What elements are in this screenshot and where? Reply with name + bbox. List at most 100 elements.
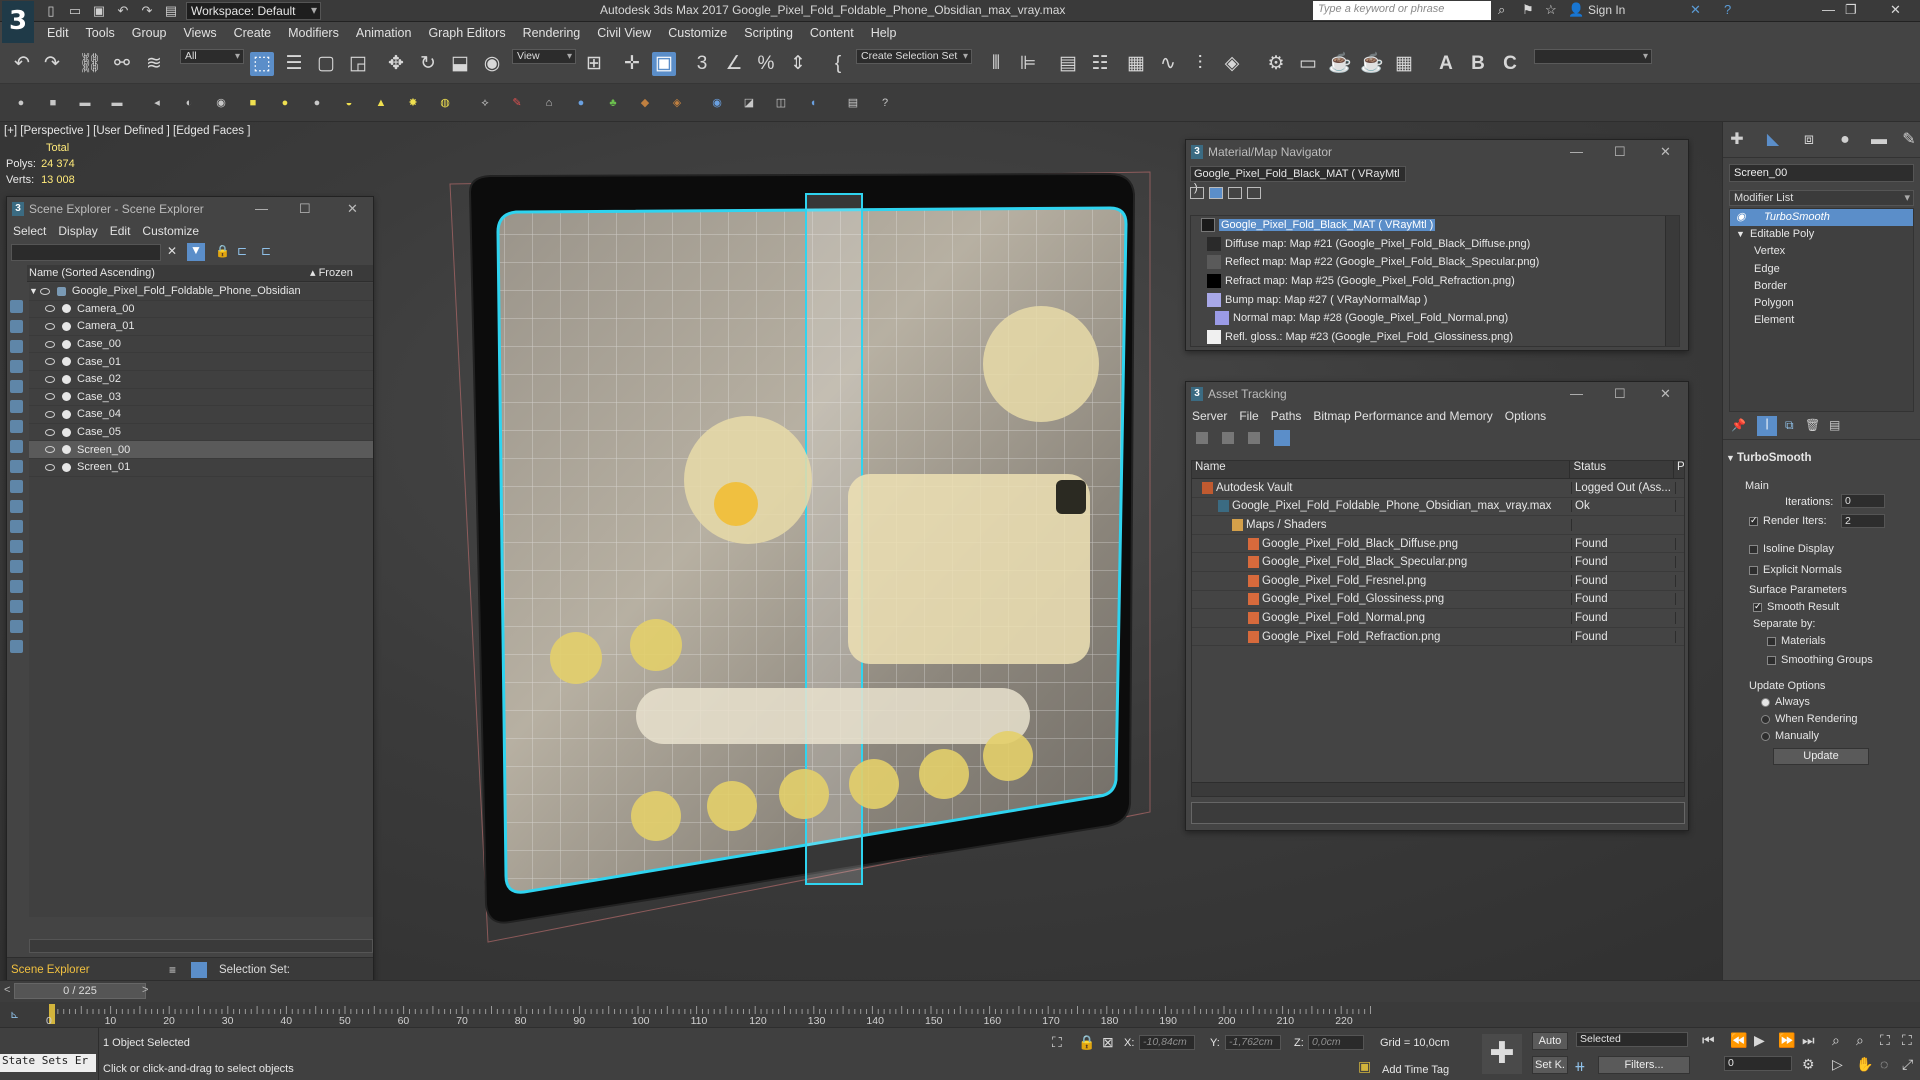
menu-civil-view[interactable]: Civil View (597, 26, 651, 40)
zoom-icon[interactable]: ⌕ (1832, 1032, 1840, 1049)
map-row[interactable]: Reflect map: Map #22 (Google_Pixel_Fold_… (1191, 253, 1679, 272)
time-slider[interactable]: < 0 / 225 > (0, 980, 1920, 1002)
scale-icon[interactable]: ⬓ (448, 52, 472, 76)
make-unique-icon[interactable]: ⧉ (1785, 418, 1794, 433)
objects-mode-icon[interactable] (191, 962, 207, 978)
at-menu-server[interactable]: Server (1192, 409, 1227, 423)
display-children-icon[interactable] (10, 600, 23, 613)
key-filters-button[interactable]: Filters... (1598, 1056, 1690, 1074)
display-geometry-icon[interactable] (10, 300, 23, 313)
project-folder-icon[interactable]: ▤ (162, 3, 180, 19)
sign-in-link[interactable]: Sign In (1588, 3, 1625, 17)
view-list-icons-icon[interactable] (1209, 187, 1223, 199)
schematic-view-icon[interactable]: ⫶ (1188, 52, 1212, 76)
visibility-eye-icon[interactable] (45, 446, 55, 454)
grass-icon[interactable]: ♣ (606, 96, 620, 110)
list-item[interactable]: Case_02 (29, 371, 373, 389)
camera-icon[interactable]: ◪ (742, 96, 756, 110)
list-item[interactable]: Camera_00 (29, 301, 373, 319)
place-icon[interactable]: ◉ (480, 52, 504, 76)
close-button[interactable]: ✕ (1890, 2, 1901, 18)
create-tab-icon[interactable]: ✚ (1727, 130, 1747, 150)
selection-filter-dropdown[interactable]: All (180, 49, 244, 64)
horizontal-scrollbar[interactable] (29, 939, 373, 953)
new-file-icon[interactable]: ▯ (42, 3, 60, 19)
minimize-icon[interactable]: — (1570, 386, 1583, 401)
ribbon-toggle-icon[interactable]: ▦ (1124, 52, 1148, 76)
open-file-icon[interactable]: ▭ (66, 3, 84, 19)
vertical-scrollbar[interactable] (1665, 216, 1679, 346)
next-key-icon[interactable]: ⏩ (1778, 1032, 1795, 1049)
explorer-name-label[interactable]: Scene Explorer (11, 964, 90, 976)
table-row[interactable]: Google_Pixel_Fold_Glossiness.png Found (1192, 591, 1684, 610)
vray-text-c-icon[interactable]: C (1498, 52, 1522, 76)
smoothing-groups-checkbox[interactable] (1767, 655, 1776, 665)
ies-light-icon[interactable]: ▲ (374, 96, 388, 110)
modifier-eye-icon[interactable]: ◉ (1736, 209, 1746, 226)
bind-space-warp-icon[interactable]: ≋ (142, 52, 166, 76)
visibility-eye-icon[interactable] (45, 463, 55, 471)
redo-icon[interactable]: ↷ (40, 52, 64, 76)
redo-icon[interactable]: ↷ (138, 3, 156, 19)
map-row[interactable]: Refract map: Map #25 (Google_Pixel_Fold_… (1191, 272, 1679, 291)
sphere-light-icon[interactable]: ● (310, 96, 324, 110)
sphere-icon[interactable]: ● (574, 96, 588, 110)
material-root-row[interactable]: Google_Pixel_Fold_Black_MAT ( VRayMtl ) (1191, 216, 1679, 235)
plane-icon[interactable]: ⌂ (542, 96, 556, 110)
menu-customize[interactable]: Customize (668, 26, 727, 40)
table-row[interactable]: Google_Pixel_Fold_Black_Diffuse.png Foun… (1192, 535, 1684, 554)
mirror-icon[interactable]: ⫴ (984, 52, 1008, 76)
configure-sets-icon[interactable]: ▤ (1829, 418, 1840, 432)
visibility-eye-icon[interactable] (45, 375, 55, 383)
sync-selection-icon[interactable]: ⊏ (261, 244, 271, 258)
list-item[interactable]: Case_03 (29, 389, 373, 407)
render-in-cloud-icon[interactable]: ▦ (1392, 52, 1416, 76)
reference-coordinate-dropdown[interactable]: View (512, 49, 576, 64)
render-iters-spinner[interactable]: 2 (1841, 514, 1885, 528)
pan-icon[interactable]: ✋ (1856, 1056, 1873, 1073)
render-iters-checkbox[interactable] (1749, 515, 1758, 526)
binoculars-icon[interactable]: ⌕ (1498, 2, 1505, 18)
add-time-tag-button[interactable]: Add Time Tag (1382, 1064, 1449, 1076)
favorites-icon[interactable]: ☆ (1545, 2, 1557, 18)
vray-text-a-icon[interactable]: A (1434, 52, 1458, 76)
menu-views[interactable]: Views (183, 26, 216, 40)
column-p-header[interactable]: P (1674, 461, 1684, 478)
stack-item-polygon[interactable]: Polygon (1730, 295, 1913, 312)
select-object-icon[interactable]: ⬚ (250, 52, 274, 76)
material-icon[interactable]: ◆ (638, 96, 652, 110)
expand-triangle-icon[interactable]: ▼ (1736, 226, 1745, 243)
render-production-icon[interactable]: ☕ (1328, 52, 1352, 76)
turbosmooth-rollout-title[interactable]: ▼ TurboSmooth (1723, 450, 1920, 466)
scene-explorer-header[interactable]: 3 Scene Explorer - Scene Explorer — ☐ ✕ (7, 197, 373, 221)
set-key-button[interactable]: Set K. (1532, 1056, 1568, 1074)
motion-tab-icon[interactable]: ● (1835, 130, 1855, 150)
minimize-icon[interactable]: — (1570, 144, 1583, 159)
menu-rendering[interactable]: Rendering (523, 26, 581, 40)
help-icon[interactable]: ? (1724, 2, 1731, 17)
modify-tab-icon[interactable]: ◣ (1763, 130, 1783, 150)
visibility-eye-icon[interactable] (45, 428, 55, 436)
menu-graph-editors[interactable]: Graph Editors (428, 26, 505, 40)
display-none-icon[interactable] (10, 560, 23, 573)
infocenter-icon[interactable]: ⚑ (1522, 2, 1534, 18)
auto-key-button[interactable]: Auto (1532, 1032, 1568, 1050)
table-view-icon[interactable] (1274, 430, 1290, 446)
menu-create[interactable]: Create (234, 26, 272, 40)
always-radio[interactable] (1761, 697, 1770, 707)
go-to-end-icon[interactable]: ⏭ (1802, 1032, 1815, 1049)
map-row[interactable]: Normal map: Map #28 (Google_Pixel_Fold_N… (1191, 309, 1679, 328)
rectangular-selection-icon[interactable]: ▢ (314, 52, 338, 76)
table-row[interactable]: Google_Pixel_Fold_Foldable_Phone_Obsidia… (1192, 498, 1684, 517)
visibility-eye-icon[interactable] (45, 322, 55, 330)
orbit-icon[interactable]: ◌ (1880, 1056, 1888, 1072)
at-menu-options[interactable]: Options (1505, 409, 1546, 423)
list-item-root[interactable]: ▼ Google_Pixel_Fold_Foldable_Phone_Obsid… (29, 283, 373, 301)
undo-icon[interactable]: ↶ (114, 3, 132, 19)
zoom-extents-all-icon[interactable]: ⛶ (1902, 1032, 1912, 1049)
maximize-viewport-icon[interactable]: ⤢ (1902, 1056, 1913, 1073)
stack-item-editable-poly[interactable]: ▼ Editable Poly (1730, 226, 1913, 243)
previous-frame-icon[interactable]: < (4, 984, 10, 996)
previous-key-icon[interactable]: ⏪ (1730, 1032, 1747, 1049)
track-bar[interactable]: ⊾ 0 10 20 30 40 50 60 70 80 90 100 110 120 130 140 150 1… (0, 1002, 1920, 1027)
